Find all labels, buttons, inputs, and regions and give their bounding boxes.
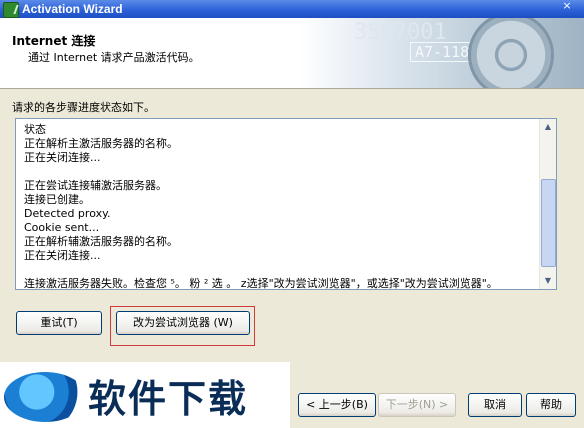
log-line: 正在解析主激活服务器的名称。 xyxy=(24,137,178,150)
status-label: 状态 xyxy=(24,123,46,136)
status-log: 正在解析主激活服务器的名称。 正在关闭连接... 正在尝试连接辅激活服务器。 连… xyxy=(24,137,536,291)
intro-text: 请求的各步骤进度状态如下。 xyxy=(12,101,155,114)
back-button[interactable]: < 上一步(B) xyxy=(298,393,376,417)
scroll-up-icon[interactable]: ▲ xyxy=(540,119,556,135)
log-line: Cookie sent... xyxy=(24,221,100,234)
banner-code: A7-118 xyxy=(410,42,475,62)
close-button[interactable]: × xyxy=(558,0,576,14)
watermark-text: 软件下载 xyxy=(88,376,249,421)
log-line: Detected proxy. xyxy=(24,207,111,220)
help-button[interactable]: 帮助 xyxy=(526,393,576,417)
wizard-header: 3597001 A7-118 Internet 连接 通过 Internet 请… xyxy=(0,18,584,89)
watermark-area: 软件下载 xyxy=(0,362,290,428)
page-title: Internet 连接 xyxy=(12,34,96,48)
log-line: 正在解析辅激活服务器的名称。 xyxy=(24,235,178,248)
log-line xyxy=(24,165,536,179)
next-button[interactable]: 下一步(N) > xyxy=(378,393,456,417)
app-icon xyxy=(3,2,19,18)
scroll-down-icon[interactable]: ▼ xyxy=(540,273,556,289)
page-subtitle: 通过 Internet 请求产品激活代码。 xyxy=(28,51,200,64)
status-log-box[interactable]: 状态 正在解析主激活服务器的名称。 正在关闭连接... 正在尝试连接辅激活服务器… xyxy=(15,118,557,290)
log-line: 正在关闭连接... xyxy=(24,151,101,164)
log-line: 连接激活服务器失败。检查您 ⁵。 粉 ² 选 。 z选择"改为尝试浏览器"，或选… xyxy=(24,277,498,290)
highlight-box xyxy=(110,306,255,346)
header-banner-image: 3597001 A7-118 xyxy=(300,18,584,88)
retry-button[interactable]: 重试(T) xyxy=(16,311,102,335)
vertical-scrollbar[interactable]: ▲ ▼ xyxy=(539,119,556,289)
vault-dial-icon xyxy=(468,18,554,88)
log-line xyxy=(24,263,536,277)
window-title: Activation Wizard xyxy=(22,2,123,16)
log-line: 连接已创建。 xyxy=(24,193,90,206)
log-line: 正在关闭连接... xyxy=(24,249,101,262)
cancel-button[interactable]: 取消 xyxy=(468,393,522,417)
title-bar[interactable]: Activation Wizard × xyxy=(0,0,584,18)
dragon-logo-icon xyxy=(4,372,86,422)
scroll-thumb[interactable] xyxy=(541,179,556,267)
log-line: 正在尝试连接辅激活服务器。 xyxy=(24,179,167,192)
